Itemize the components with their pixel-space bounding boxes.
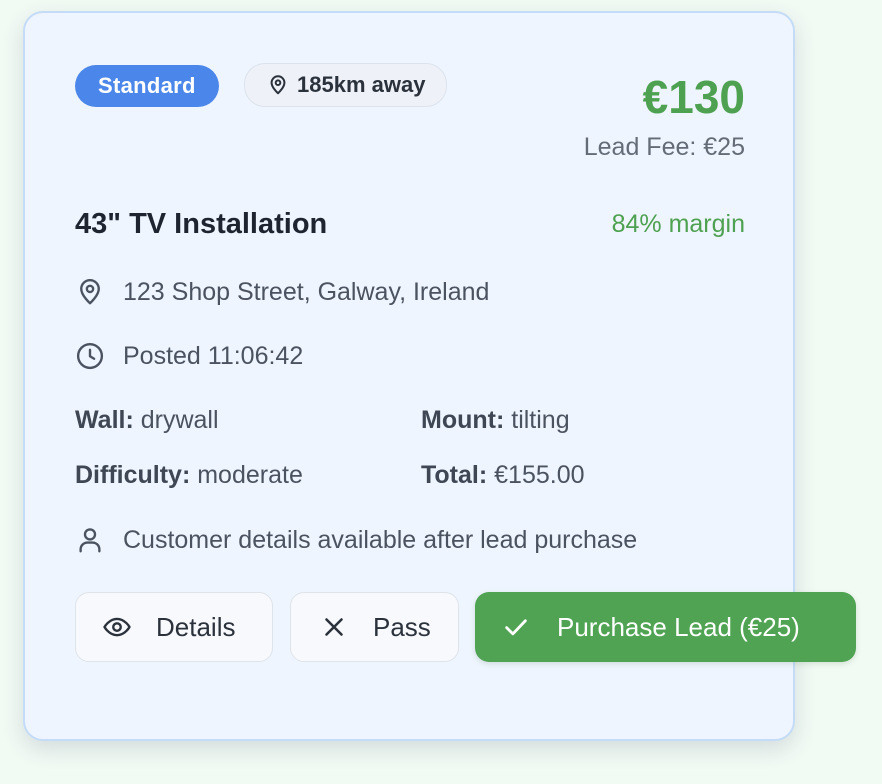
details-button[interactable]: Details	[75, 592, 273, 662]
distance-badge: 185km away	[244, 63, 448, 107]
check-icon	[501, 612, 531, 642]
user-icon	[75, 525, 105, 555]
standard-badge: Standard	[75, 65, 219, 107]
purchase-lead-button-label: Purchase Lead (€25)	[557, 611, 800, 642]
total-label: Total:	[421, 461, 488, 489]
customer-note-row: Customer details available after lead pu…	[75, 524, 637, 556]
mount-label: Mount:	[421, 406, 505, 434]
margin-value: 84% margin	[611, 210, 745, 238]
details-button-label: Details	[156, 611, 236, 642]
job-title: 43" TV Installation	[75, 208, 328, 240]
pass-button-label: Pass	[373, 611, 431, 642]
distance-text: 185km away	[297, 72, 426, 97]
pass-button[interactable]: Pass	[290, 592, 459, 662]
total-value: €155.00	[494, 461, 585, 489]
difficulty-label: Difficulty:	[75, 461, 191, 489]
lead-price: €130	[642, 71, 745, 123]
wall-spec: Wall: drywall	[75, 404, 219, 436]
difficulty-value: moderate	[197, 461, 303, 489]
wall-value: drywall	[140, 406, 219, 434]
address-text: 123 Shop Street, Galway, Ireland	[123, 278, 490, 306]
posted-row: Posted 11:06:42	[75, 340, 303, 372]
x-icon	[319, 612, 349, 642]
difficulty-spec: Difficulty: moderate	[75, 459, 303, 491]
address-row: 123 Shop Street, Galway, Ireland	[75, 276, 489, 308]
clock-icon	[75, 341, 105, 371]
customer-note-text: Customer details available after lead pu…	[123, 526, 638, 554]
eye-icon	[102, 612, 132, 642]
purchase-lead-button[interactable]: Purchase Lead (€25)	[475, 592, 856, 662]
mount-spec: Mount: tilting	[421, 404, 570, 436]
lead-fee: Lead Fee: €25	[583, 133, 745, 161]
total-spec: Total: €155.00	[421, 459, 585, 491]
wall-label: Wall:	[75, 406, 134, 434]
lead-card: Standard 185km away €130 Lead Fee: €25 4…	[23, 11, 856, 741]
posted-text: Posted 11:06:42	[123, 342, 304, 370]
map-pin-icon	[75, 277, 105, 307]
map-pin-icon	[267, 74, 289, 96]
mount-value: tilting	[511, 406, 570, 434]
